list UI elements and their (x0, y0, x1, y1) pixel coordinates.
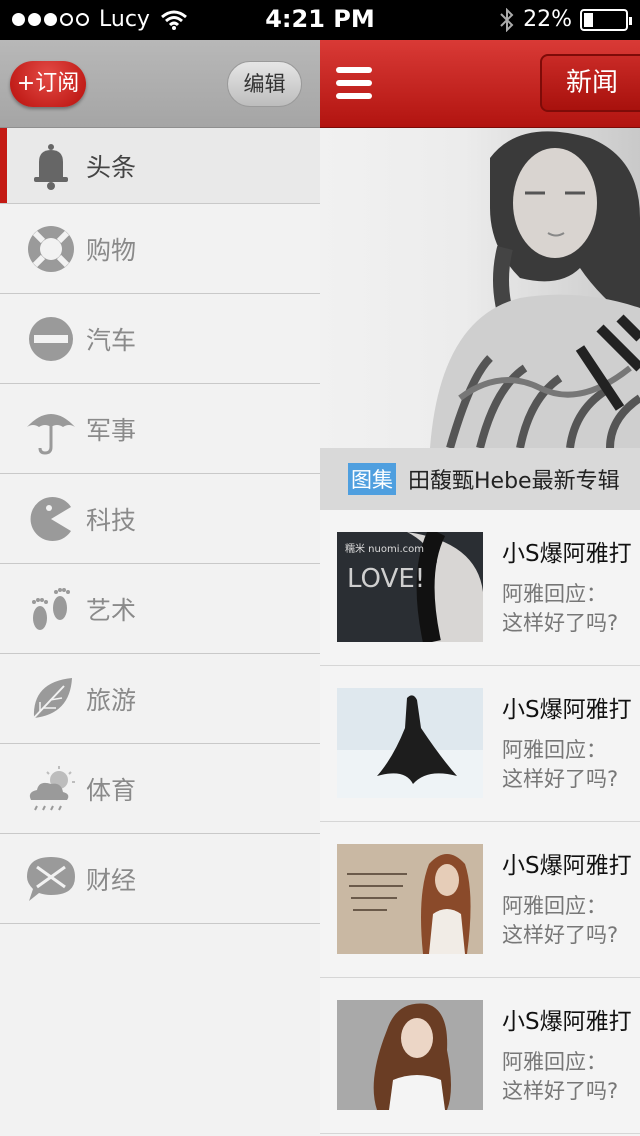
news-thumbnail (337, 844, 483, 954)
news-summary: 阿雅回应： 这样好了吗? (502, 892, 618, 950)
sidebar-item-label: 头条 (86, 152, 137, 182)
battery-icon (580, 8, 632, 31)
sidebar-item-label: 财经 (86, 865, 137, 895)
subscribe-button[interactable]: +订阅 (10, 61, 86, 107)
news-thumbnail: 糯米 nuomi.com LOVE! (337, 532, 483, 642)
sidebar-item-sports[interactable]: 体育 (0, 744, 320, 834)
news-summary: 阿雅回应： 这样好了吗? (502, 1048, 618, 1106)
news-summary-line: 阿雅回应： (502, 582, 607, 606)
umbrella-icon (24, 402, 78, 456)
menu-icon[interactable] (336, 67, 372, 99)
news-channel-button[interactable]: 新闻 (540, 54, 640, 112)
news-summary: 阿雅回应： 这样好了吗? (502, 580, 618, 638)
top-nav-bar: 新闻 (320, 40, 640, 128)
news-summary-line: 阿雅回应： (502, 738, 607, 762)
pacman-icon (24, 492, 78, 546)
bluetooth-icon (500, 7, 514, 32)
lifebuoy-icon (24, 222, 78, 276)
leaf-icon (24, 672, 78, 726)
news-title: 小S爆阿雅打 (502, 541, 632, 567)
featured-photo (430, 131, 640, 448)
edit-button[interactable]: 编辑 (227, 61, 302, 107)
sidebar-item-label: 汽车 (86, 325, 137, 355)
main-content: 新闻 图集 田馥甄Hebe最新专辑 糯米 nuomi.com LOVE! 小S爆… (320, 40, 640, 1136)
sidebar-item-tech[interactable]: 科技 (0, 474, 320, 564)
news-summary-line: 这样好了吗? (502, 923, 619, 947)
news-summary-line: 这样好了吗? (502, 1079, 619, 1103)
news-title: 小S爆阿雅打 (502, 697, 632, 723)
featured-image[interactable] (320, 128, 640, 448)
footprints-icon (24, 582, 78, 636)
news-summary-line: 这样好了吗? (502, 611, 619, 635)
sidebar-item-label: 艺术 (86, 595, 137, 625)
battery-percent: 22% (523, 7, 572, 32)
news-item[interactable]: 小S爆阿雅打 阿雅回应： 这样好了吗? (320, 666, 640, 822)
bell-icon (24, 139, 78, 193)
sidebar-item-label: 体育 (86, 775, 137, 805)
news-thumbnail (337, 1000, 483, 1110)
news-summary-line: 阿雅回应： (502, 894, 607, 918)
sidebar-item-military[interactable]: 军事 (0, 384, 320, 474)
featured-caption[interactable]: 图集 田馥甄Hebe最新专辑 (320, 448, 640, 510)
news-item[interactable]: 糯米 nuomi.com LOVE! 小S爆阿雅打 阿雅回应： 这样好了吗? (320, 510, 640, 666)
news-summary: 阿雅回应： 这样好了吗? (502, 736, 618, 794)
svg-text:糯米 nuomi.com: 糯米 nuomi.com (345, 542, 424, 555)
sidebar-item-headlines[interactable]: 头条 (0, 128, 320, 204)
sidebar-item-art[interactable]: 艺术 (0, 564, 320, 654)
news-item[interactable]: 小S爆阿雅打 阿雅回应： 这样好了吗? (320, 822, 640, 978)
sidebar-item-label: 军事 (86, 415, 137, 445)
sidebar: +订阅 编辑 头条 购物 汽车 军事 科技 艺术 旅游 体育 财经 (0, 40, 320, 1136)
gallery-tag: 图集 (348, 463, 396, 495)
news-summary-line: 阿雅回应： (502, 1050, 607, 1074)
featured-title: 田馥甄Hebe最新专辑 (408, 469, 620, 494)
envelope-icon (24, 852, 78, 906)
news-title: 小S爆阿雅打 (502, 1009, 632, 1035)
sidebar-item-label: 购物 (86, 235, 137, 265)
sidebar-item-finance[interactable]: 财经 (0, 834, 320, 924)
news-item[interactable]: 小S爆阿雅打 阿雅回应： 这样好了吗? (320, 978, 640, 1134)
sidebar-header: +订阅 编辑 (0, 40, 320, 128)
sidebar-item-travel[interactable]: 旅游 (0, 654, 320, 744)
thumb-love-text: LOVE! (347, 564, 425, 594)
sidebar-item-auto[interactable]: 汽车 (0, 294, 320, 384)
news-title: 小S爆阿雅打 (502, 853, 632, 879)
news-summary-line: 这样好了吗? (502, 767, 619, 791)
weather-icon (24, 762, 78, 816)
no-entry-icon (24, 312, 78, 366)
status-bar: Lucy 4:21 PM 22% (0, 0, 640, 40)
sidebar-item-label: 科技 (86, 505, 137, 535)
news-thumbnail (337, 688, 483, 798)
sidebar-item-label: 旅游 (86, 685, 137, 715)
sidebar-item-shopping[interactable]: 购物 (0, 204, 320, 294)
status-right: 22% (499, 7, 632, 32)
